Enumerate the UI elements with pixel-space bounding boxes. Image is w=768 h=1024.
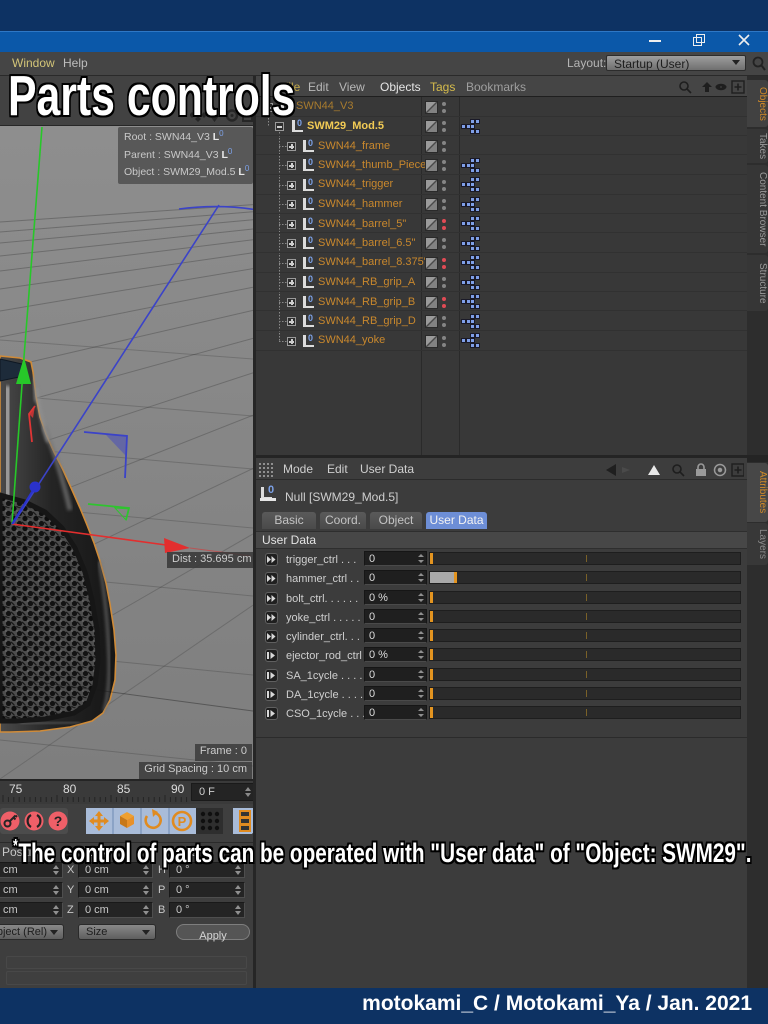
svg-text:?: ? — [54, 813, 63, 829]
svg-text:P: P — [178, 814, 187, 829]
